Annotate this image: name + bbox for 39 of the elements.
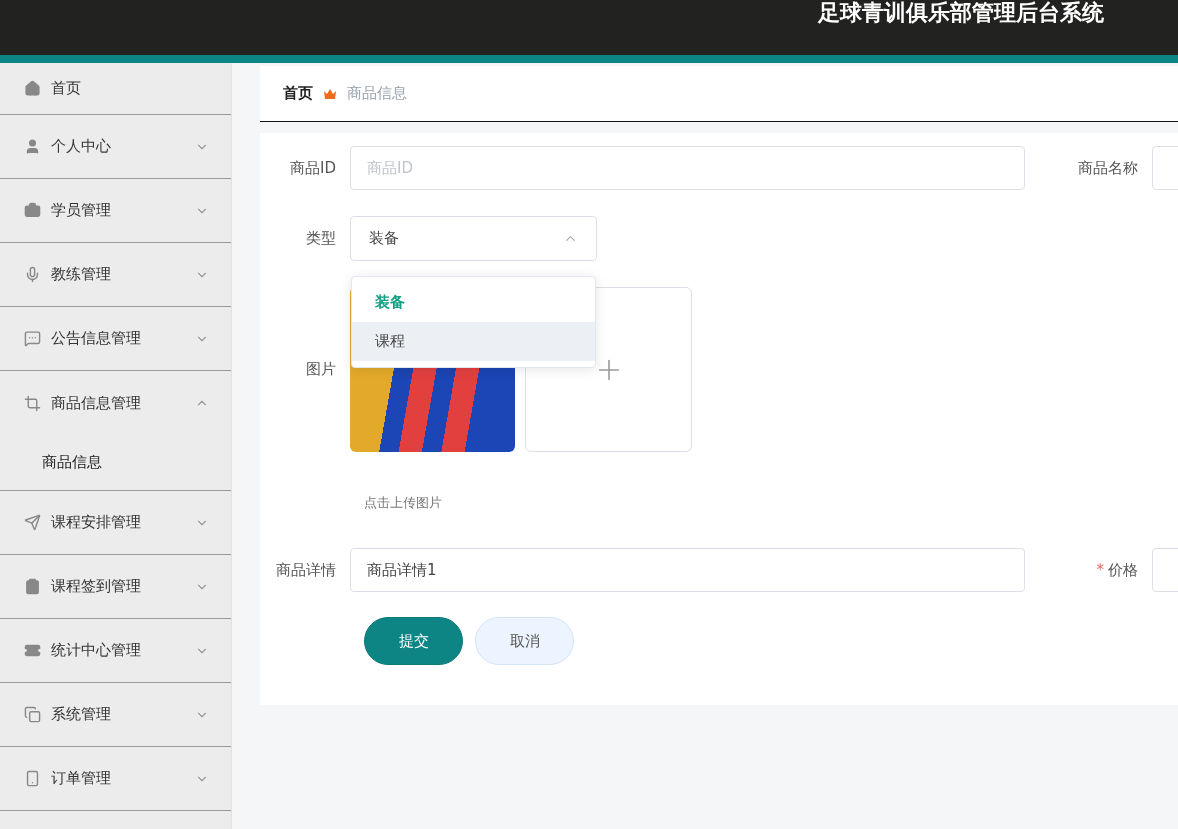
sidebar-item[interactable]: 个人中心 bbox=[0, 115, 231, 179]
sidebar-item[interactable]: 教练管理 bbox=[0, 243, 231, 307]
field-label: 商品名称 bbox=[1077, 158, 1139, 178]
microphone-icon bbox=[24, 266, 41, 283]
system-title: 足球青训俱乐部管理后台系统 bbox=[818, 1, 1104, 27]
chat-icon bbox=[24, 330, 41, 347]
sidebar-item[interactable]: 课程签到管理 bbox=[0, 555, 231, 619]
home-icon bbox=[24, 80, 41, 97]
sidebar-item[interactable]: 订单管理 bbox=[0, 747, 231, 811]
sidebar-subitem[interactable]: 商品信息 bbox=[0, 435, 231, 491]
user-icon bbox=[24, 138, 41, 155]
input-field[interactable]: 商品ID bbox=[350, 146, 1025, 190]
upload-box[interactable] bbox=[525, 287, 692, 452]
field-label: 商品ID bbox=[289, 158, 337, 178]
paper-plane-icon bbox=[24, 514, 41, 531]
ticket-icon bbox=[24, 642, 41, 659]
sidebar-item[interactable]: 首页 bbox=[0, 63, 231, 115]
input-field[interactable]: 商品详情1 bbox=[350, 548, 1025, 592]
sidebar-item[interactable]: 系统管理 bbox=[0, 683, 231, 747]
briefcase-icon bbox=[24, 202, 41, 219]
field-label: 图片 bbox=[305, 360, 337, 379]
crop-icon bbox=[24, 394, 41, 412]
sidebar-item[interactable]: 公告信息管理 bbox=[0, 307, 231, 371]
dropdown-option[interactable]: 课程 bbox=[352, 322, 595, 361]
field-label: 类型 bbox=[305, 229, 337, 248]
sidebar-item[interactable]: 商品信息管理 bbox=[0, 371, 231, 435]
field-label: 商品详情 bbox=[275, 560, 337, 580]
submit-button[interactable]: 提交 bbox=[364, 617, 463, 665]
sidebar-item[interactable]: 课程安排管理 bbox=[0, 491, 231, 555]
field-label: * 价格 bbox=[1095, 560, 1139, 580]
cancel-button[interactable]: 取消 bbox=[475, 617, 574, 665]
copy-icon bbox=[24, 706, 41, 723]
breadcrumb-link[interactable]: 首页 bbox=[283, 84, 313, 103]
crown-icon bbox=[323, 87, 337, 100]
sidebar-item[interactable]: 学员管理 bbox=[0, 179, 231, 243]
clipboard-icon bbox=[24, 578, 41, 595]
phone-icon bbox=[24, 770, 41, 787]
sidebar-item[interactable]: 统计中心管理 bbox=[0, 619, 231, 683]
upload-hint: 点击上传图片 bbox=[364, 494, 443, 512]
